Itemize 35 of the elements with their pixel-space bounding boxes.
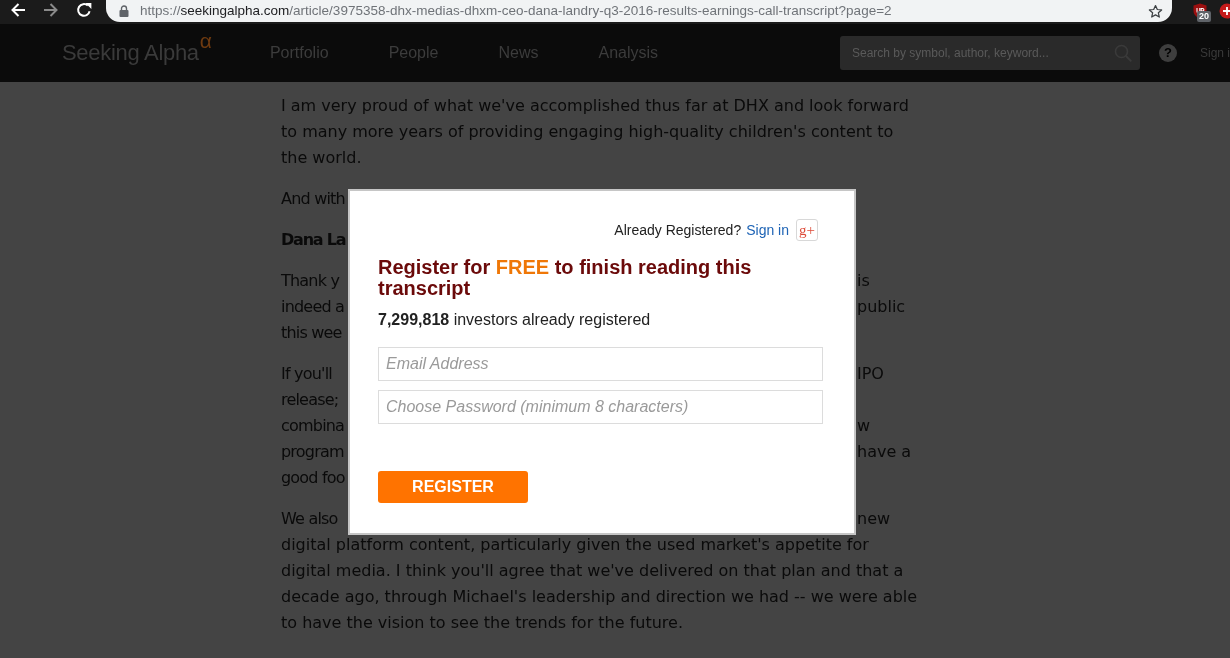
paragraph-fragment: If you'll (281, 363, 332, 385)
badge-count: 20 (1197, 11, 1211, 22)
paragraph-fragment: combina (281, 415, 345, 437)
bookmark-star-icon[interactable] (1148, 3, 1163, 19)
paragraph-fragment: program (281, 441, 344, 463)
paragraph-fragment: indeed a (281, 296, 345, 318)
paragraph-fragment: w (857, 415, 871, 437)
paragraph-fragment: new (857, 508, 891, 530)
paragraph-fragment: IPO (857, 363, 884, 385)
sign-in-link[interactable]: Sign in (746, 219, 789, 241)
email-field[interactable]: Email Address (378, 347, 823, 381)
google-plus-button[interactable]: g+ (796, 219, 818, 241)
register-button[interactable]: REGISTER (378, 471, 528, 503)
help-button[interactable]: ? (1158, 44, 1177, 62)
address-bar[interactable]: https://seekingalpha.com/article/3975358-dhx-medias-dhxm-ceo-dana-landry-q3-2016-results-earnings-call-transcript?page=2 (106, 0, 1172, 22)
paragraph-fragment: public (857, 296, 906, 318)
already-registered-text: Already Registered? (614, 220, 742, 240)
registered-count-text: 7,299,818 investors already registered (378, 311, 652, 329)
modal-title: Register for FREE to finish reading this transcript (378, 257, 753, 299)
reload-icon[interactable] (76, 2, 92, 18)
article-paragraph: I am very proud of what we've accomplished thus far at DHX and look forward to many more years of providing engaging high-quality children's content to the world. (281, 95, 910, 169)
speaker-name: Dana La (281, 229, 346, 251)
password-field[interactable]: Choose Password (minimum 8 characters) (378, 390, 823, 424)
paragraph-fragment: And with (281, 188, 345, 210)
paragraph-fragment: this wee (281, 322, 342, 344)
paragraph-fragment: release; (281, 389, 339, 411)
paragraph-fragment: is (857, 270, 870, 292)
paragraph-fragment: good foo (281, 467, 345, 489)
lock-icon (119, 5, 129, 17)
url-text: https://seekingalpha.com/article/3975358-dhx-medias-dhxm-ceo-dana-landry-q3-2016-results-earnings-call-transcript?page=2 (140, 2, 892, 20)
plus-circle-icon[interactable] (1219, 3, 1230, 19)
paragraph-fragment: We also (281, 508, 338, 530)
back-icon[interactable] (10, 2, 26, 18)
paragraph-fragment: have a (857, 441, 912, 463)
paragraph-fragment: Thank y (281, 270, 340, 292)
